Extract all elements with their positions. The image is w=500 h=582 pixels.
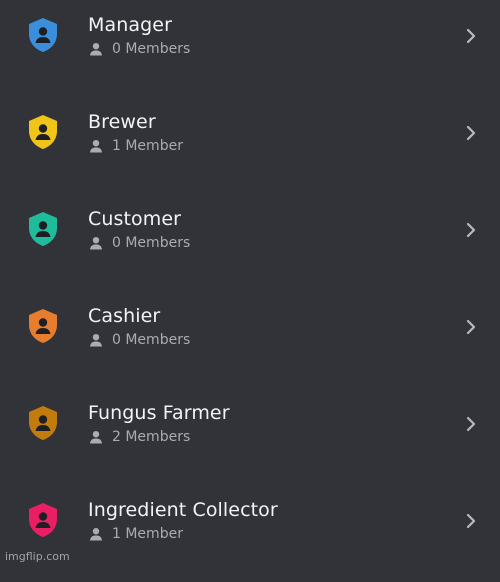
chevron-right-icon [464, 124, 478, 142]
chevron-right-icon [464, 221, 478, 239]
shield-person-icon [26, 16, 60, 54]
person-icon [89, 430, 103, 444]
shield-person-icon [26, 307, 60, 345]
person-icon [89, 236, 103, 250]
role-name: Fungus Farmer [88, 402, 230, 424]
chevron-right-icon [464, 27, 478, 45]
person-icon [89, 527, 103, 541]
person-icon [89, 42, 103, 56]
role-row-customer[interactable]: Customer 0 Members [0, 194, 500, 291]
role-name: Manager [88, 14, 172, 36]
role-row-manager[interactable]: Manager 0 Members [0, 0, 500, 97]
person-icon [89, 139, 103, 153]
shield-person-icon [26, 404, 60, 442]
member-count: 0 Members [112, 332, 191, 348]
shield-person-icon [26, 501, 60, 539]
chevron-right-icon [464, 512, 478, 530]
member-count: 0 Members [112, 41, 191, 57]
role-row-brewer[interactable]: Brewer 1 Member [0, 97, 500, 194]
role-name: Cashier [88, 305, 161, 327]
chevron-right-icon [464, 318, 478, 336]
role-row-fungus-farmer[interactable]: Fungus Farmer 2 Members [0, 388, 500, 485]
member-count: 2 Members [112, 429, 191, 445]
shield-person-icon [26, 113, 60, 151]
role-name: Ingredient Collector [88, 499, 278, 521]
person-icon [89, 333, 103, 347]
role-row-cashier[interactable]: Cashier 0 Members [0, 291, 500, 388]
role-name: Brewer [88, 111, 156, 133]
member-count: 0 Members [112, 235, 191, 251]
chevron-right-icon [464, 415, 478, 433]
role-name: Customer [88, 208, 182, 230]
member-count: 1 Member [112, 526, 183, 542]
member-count: 1 Member [112, 138, 183, 154]
watermark: imgflip.com [5, 550, 70, 563]
role-row-ingredient-collector[interactable]: Ingredient Collector 1 Member [0, 485, 500, 582]
shield-person-icon [26, 210, 60, 248]
